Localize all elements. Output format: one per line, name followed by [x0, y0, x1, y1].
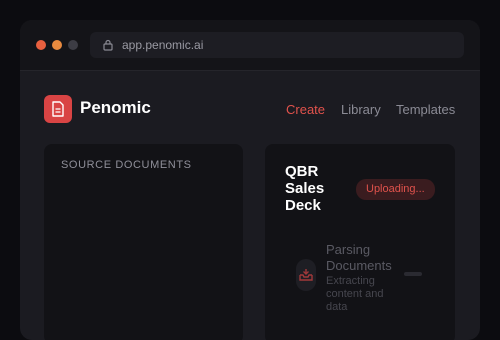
browser-chrome: app.penomic.ai — [20, 20, 480, 71]
url-text: app.penomic.ai — [122, 38, 204, 52]
panel-title: SOURCE DOCUMENTS — [61, 159, 192, 171]
nav-library[interactable]: Library — [341, 102, 381, 117]
step-subtitle: Extracting content and data — [326, 275, 384, 313]
nav-templates[interactable]: Templates — [396, 102, 455, 117]
close-window-button[interactable] — [36, 40, 46, 50]
brand-name: Penomic — [80, 98, 151, 117]
step-title: Parsing — [326, 242, 371, 257]
address-bar[interactable]: app.penomic.ai — [90, 32, 464, 58]
nav-create[interactable]: Create — [286, 102, 325, 117]
deck-title: QBR Sales Deck — [285, 163, 325, 214]
document-icon — [52, 101, 64, 117]
deck-panel: QBR Sales Deck Uploading... Parsing Docu… — [265, 144, 455, 340]
source-documents-panel: SOURCE DOCUMENTS — [44, 144, 243, 340]
step-progress-bar — [404, 272, 422, 276]
app-logo[interactable] — [44, 95, 72, 123]
lock-icon — [103, 39, 113, 51]
inbox-download-icon — [299, 269, 313, 281]
step-icon-container — [296, 259, 316, 291]
step-title-line2: Documents — [326, 258, 392, 273]
status-badge: Uploading... — [356, 179, 435, 200]
maximize-window-button[interactable] — [68, 40, 78, 50]
browser-window: app.penomic.ai Penomic Create Library Te… — [20, 20, 480, 340]
minimize-window-button[interactable] — [52, 40, 62, 50]
